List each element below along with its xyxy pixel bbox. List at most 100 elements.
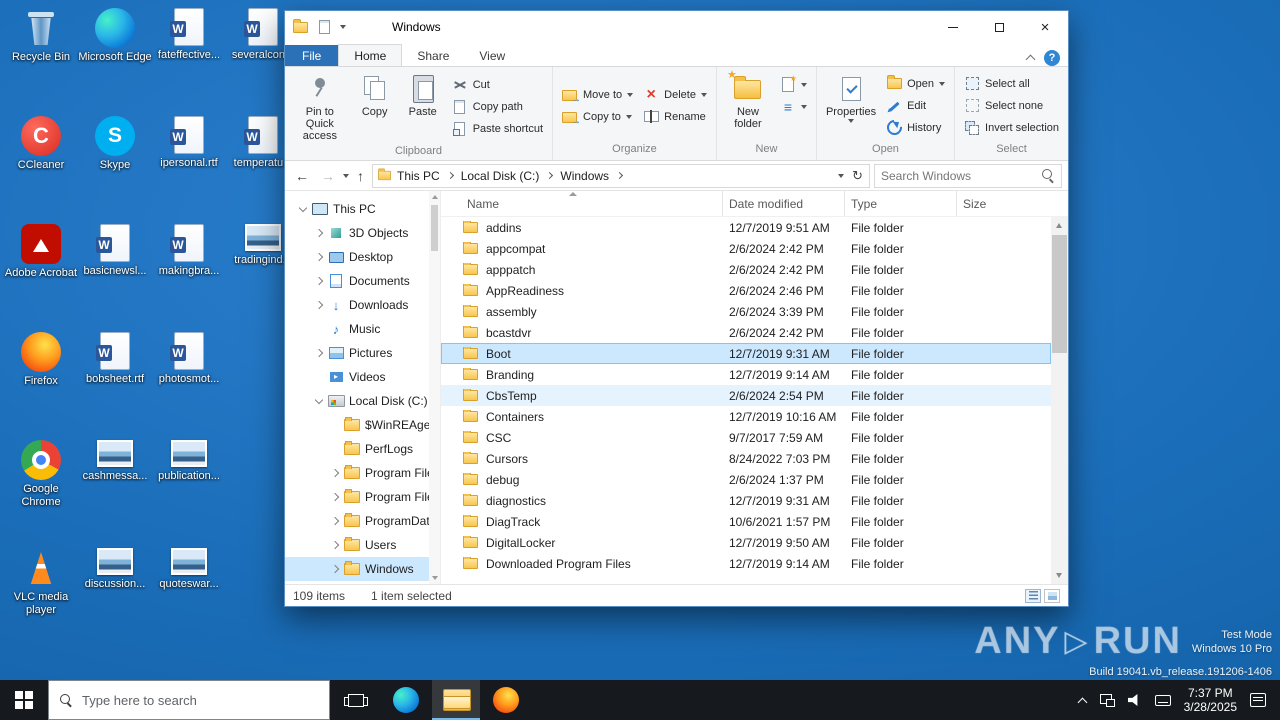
tree-chevron-icon[interactable]: [313, 300, 323, 310]
copy-path-button[interactable]: Copy path: [448, 96, 547, 117]
desktop-icon[interactable]: VLC media player: [4, 548, 78, 656]
tree-chevron-icon[interactable]: [313, 396, 323, 406]
desktop-icon[interactable]: Firefox: [4, 332, 78, 440]
desktop-icon[interactable]: fateffective...: [152, 8, 226, 116]
column-header-size[interactable]: Size: [957, 191, 1068, 216]
file-row[interactable]: Downloaded Program Files 12/7/2019 9:14 …: [441, 553, 1051, 574]
up-button[interactable]: ↑: [353, 168, 368, 184]
invert-selection-button[interactable]: Invert selection: [960, 117, 1063, 138]
network-icon[interactable]: [1099, 693, 1115, 707]
edit-button[interactable]: Edit: [882, 95, 949, 116]
address-dropdown-icon[interactable]: [838, 173, 845, 178]
taskbar-firefox-button[interactable]: [482, 680, 530, 720]
desktop-icon[interactable]: Microsoft Edge: [78, 8, 152, 116]
column-header-name[interactable]: Name: [441, 191, 723, 216]
desktop-icon[interactable]: publication...: [152, 440, 226, 548]
nav-tree-item[interactable]: Videos: [285, 365, 440, 389]
tree-chevron-icon[interactable]: [297, 204, 307, 214]
tree-chevron-icon[interactable]: [313, 372, 323, 382]
new-folder-button[interactable]: ★ New folder: [722, 69, 774, 141]
nav-tree-item[interactable]: Desktop: [285, 245, 440, 269]
taskbar-file-explorer-button[interactable]: [432, 680, 480, 720]
nav-tree-item[interactable]: This PC: [285, 197, 440, 221]
paste-shortcut-button[interactable]: Paste shortcut: [448, 118, 547, 139]
file-row[interactable]: Cursors 8/24/2022 7:03 PM File folder: [441, 448, 1051, 469]
details-view-button[interactable]: [1025, 588, 1041, 603]
qat-customize-icon[interactable]: [340, 25, 346, 29]
easy-access-button[interactable]: [776, 96, 811, 117]
explorer-search-input[interactable]: [881, 168, 1036, 183]
paste-button[interactable]: Paste: [400, 70, 446, 143]
task-view-button[interactable]: [332, 680, 380, 720]
tree-chevron-icon[interactable]: [329, 516, 339, 526]
help-icon[interactable]: ?: [1044, 50, 1060, 66]
search-box[interactable]: [874, 163, 1062, 188]
file-row[interactable]: AppReadiness 2/6/2024 2:46 PM File folde…: [441, 280, 1051, 301]
copy-to-button[interactable]: Copy to: [558, 106, 637, 127]
breadcrumb-local-disk[interactable]: Local Disk (C:): [458, 169, 543, 183]
select-all-button[interactable]: Select all: [960, 73, 1063, 94]
desktop-icon[interactable]: makingbra...: [152, 224, 226, 332]
open-button[interactable]: Open: [882, 73, 949, 94]
nav-tree-item[interactable]: Local Disk (C:): [285, 389, 440, 413]
nav-tree-item[interactable]: ProgramData: [285, 509, 440, 533]
nav-tree-item[interactable]: Program Files: [285, 461, 440, 485]
column-header-type[interactable]: Type: [845, 191, 957, 216]
tree-chevron-icon[interactable]: [313, 324, 323, 334]
file-row[interactable]: debug 2/6/2024 1:37 PM File folder: [441, 469, 1051, 490]
file-row[interactable]: assembly 2/6/2024 3:39 PM File folder: [441, 301, 1051, 322]
tree-chevron-icon[interactable]: [329, 492, 339, 502]
desktop-icon[interactable]: ipersonal.rtf: [152, 116, 226, 224]
hidden-icons-chevron[interactable]: [1078, 696, 1087, 705]
file-list-scrollbar[interactable]: [1051, 217, 1068, 584]
tab-share[interactable]: Share: [402, 45, 464, 66]
desktop-icon[interactable]: photosmot...: [152, 332, 226, 440]
pin-to-quick-access-button[interactable]: Pin to Quick access: [290, 70, 350, 143]
forward-button[interactable]: →: [317, 168, 339, 184]
file-row[interactable]: DigitalLocker 12/7/2019 9:50 AM File fol…: [441, 532, 1051, 553]
history-button[interactable]: History: [882, 117, 949, 138]
nav-scrollbar-thumb[interactable]: [431, 205, 438, 251]
qat-properties-icon[interactable]: [316, 19, 332, 35]
taskbar-edge-button[interactable]: [382, 680, 430, 720]
tree-chevron-icon[interactable]: [313, 276, 323, 286]
desktop-icon[interactable]: cashmessa...: [78, 440, 152, 548]
desktop-icon[interactable]: basicnewsl...: [78, 224, 152, 332]
cut-button[interactable]: Cut: [448, 74, 547, 95]
file-row[interactable]: Containers 12/7/2019 10:16 AM File folde…: [441, 406, 1051, 427]
properties-button[interactable]: Properties: [822, 70, 880, 141]
scroll-up-icon[interactable]: [1056, 223, 1062, 228]
maximize-button[interactable]: [976, 11, 1022, 43]
action-center-icon[interactable]: [1250, 693, 1266, 707]
tab-file[interactable]: File: [285, 45, 339, 66]
tree-chevron-icon[interactable]: [329, 444, 339, 454]
file-row[interactable]: appcompat 2/6/2024 2:42 PM File folder: [441, 238, 1051, 259]
large-icons-view-button[interactable]: [1044, 588, 1060, 603]
file-row[interactable]: DiagTrack 10/6/2021 1:57 PM File folder: [441, 511, 1051, 532]
speaker-icon[interactable]: [1127, 694, 1138, 706]
recent-locations-icon[interactable]: [343, 173, 349, 178]
file-scrollbar-thumb[interactable]: [1052, 235, 1067, 353]
refresh-icon[interactable]: ↻: [852, 168, 863, 184]
file-row[interactable]: CSC 9/7/2017 7:59 AM File folder: [441, 427, 1051, 448]
tree-chevron-icon[interactable]: [329, 420, 339, 430]
new-item-button[interactable]: [776, 74, 811, 95]
file-row[interactable]: diagnostics 12/7/2019 9:31 AM File folde…: [441, 490, 1051, 511]
rename-button[interactable]: Rename: [639, 106, 711, 127]
desktop-icon[interactable]: Google Chrome: [4, 440, 78, 548]
desktop-icon[interactable]: discussion...: [78, 548, 152, 656]
start-button[interactable]: [0, 680, 48, 720]
file-row[interactable]: addins 12/7/2019 9:51 AM File folder: [441, 217, 1051, 238]
nav-tree-item[interactable]: $WinREAgent: [285, 413, 440, 437]
scroll-down-icon[interactable]: [1056, 573, 1062, 578]
clock[interactable]: 7:37 PM 3/28/2025: [1184, 686, 1237, 714]
nav-tree-item[interactable]: Program Files: [285, 485, 440, 509]
nav-tree-item[interactable]: 3D Objects: [285, 221, 440, 245]
delete-button[interactable]: Delete: [639, 84, 711, 105]
tree-chevron-icon[interactable]: [313, 252, 323, 262]
file-row[interactable]: Branding 12/7/2019 9:14 AM File folder: [441, 364, 1051, 385]
breadcrumb-this-pc[interactable]: This PC: [394, 169, 443, 183]
desktop-icon[interactable]: Recycle Bin: [4, 8, 78, 116]
tree-chevron-icon[interactable]: [313, 348, 323, 358]
scroll-up-icon[interactable]: [431, 195, 438, 199]
